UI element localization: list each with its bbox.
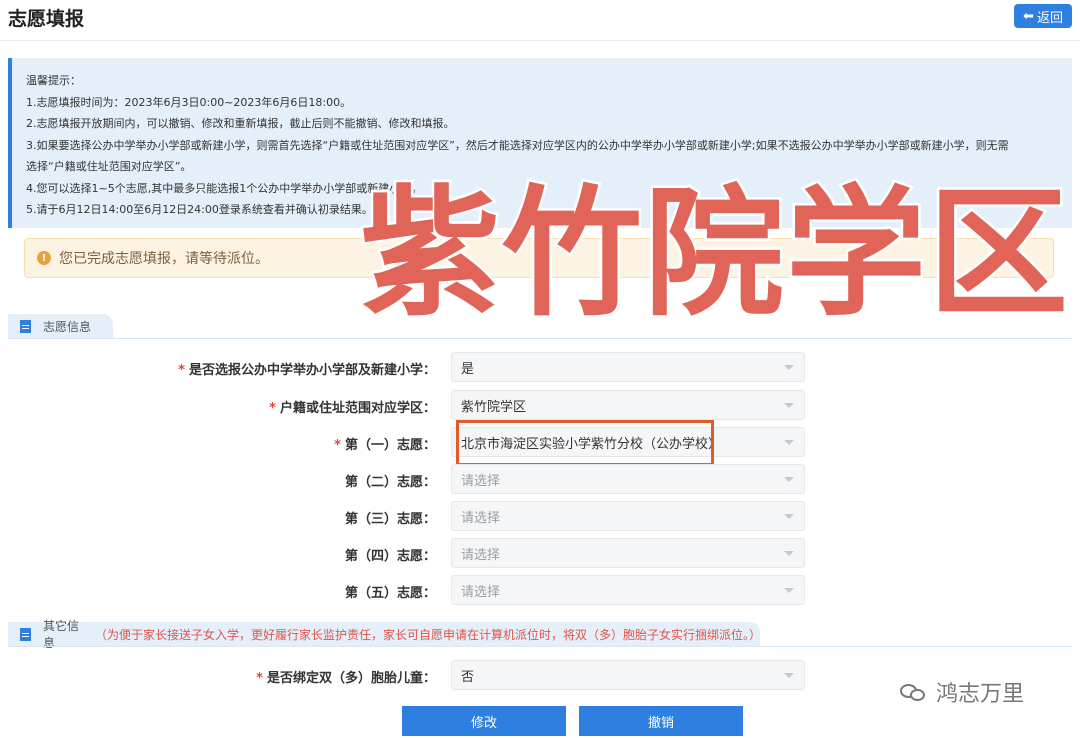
watermark: 鸿志万里: [900, 676, 1024, 708]
chevron-down-icon: [784, 514, 794, 519]
section-header-other-info: 其它信息 （为便于家长接送子女入学，更好履行家长监护责任，家长可自愿申请在计算机…: [8, 619, 761, 650]
select-choice-5[interactable]: 请选择: [451, 575, 805, 605]
notice-line: 1.志愿填报时间为：2023年6月3日0:00~2023年6月6日18:00。: [26, 95, 352, 109]
cancel-button[interactable]: 撤销: [579, 706, 743, 736]
field-label-choice-1: * 第（一）志愿：: [334, 438, 436, 453]
chevron-down-icon: [784, 673, 794, 678]
field-label-choice-2: 第（二）志愿：: [344, 475, 436, 490]
select-choice-4[interactable]: 请选择: [451, 538, 805, 568]
field-label-choice-5: 第（五）志愿：: [344, 586, 436, 601]
field-label-district: * 户籍或住址范围对应学区：: [269, 401, 436, 416]
field-label-choice-3: 第（三）志愿：: [344, 512, 436, 527]
notice-line: 温馨提示：: [26, 74, 81, 87]
arrow-left-icon: ⬅: [1023, 8, 1034, 24]
section-divider: [8, 646, 1072, 647]
field-label-choice-4: 第（四）志愿：: [344, 549, 436, 564]
modify-button[interactable]: 修改: [402, 706, 566, 736]
notice-line: 3.如果要选择公办中学举办小学部或新建小学，则需首先选择“户籍或住址范围对应学区…: [26, 138, 1009, 152]
overlay-caption: 紫竹院学区: [357, 173, 1071, 336]
wechat-icon: [900, 682, 928, 702]
back-button[interactable]: ⬅ 返回: [1014, 4, 1072, 28]
select-twins[interactable]: 否: [451, 660, 805, 690]
chevron-down-icon: [784, 403, 794, 408]
page-title: 志愿填报: [8, 8, 85, 30]
field-label-school-type: * 是否选报公办中学举办小学部及新建小学：: [178, 363, 436, 378]
chevron-down-icon: [784, 440, 794, 445]
select-school-type[interactable]: 是: [451, 352, 805, 382]
select-district[interactable]: 紫竹院学区: [451, 390, 805, 420]
watermark-text: 鸿志万里: [936, 682, 1025, 707]
header-divider: [0, 40, 1080, 41]
highlight-annotation: [456, 420, 714, 466]
section-title: 志愿信息: [43, 319, 92, 334]
chevron-down-icon: [784, 365, 794, 370]
back-button-label: 返回: [1036, 10, 1063, 26]
notice-line: 2.志愿填报开放期间内，可以撤销、修改和重新填报，截止后则不能撤销、修改和填报。: [26, 117, 455, 130]
chevron-down-icon: [784, 588, 794, 593]
document-icon: [20, 627, 31, 641]
chevron-down-icon: [784, 477, 794, 482]
field-label-twins: * 是否绑定双（多）胞胎儿童：: [256, 671, 436, 686]
info-icon: !: [37, 251, 51, 265]
document-icon: [20, 319, 31, 333]
chevron-down-icon: [784, 551, 794, 556]
section-header-preferences: 志愿信息: [8, 314, 113, 338]
section-remark: （为便于家长接送子女入学，更好履行家长监护责任，家长可自愿申请在计算机派位时，将…: [94, 627, 761, 642]
select-choice-3[interactable]: 请选择: [451, 501, 805, 531]
select-choice-2[interactable]: 请选择: [451, 464, 805, 494]
status-alert-text: 您已完成志愿填报，请等待派位。: [59, 251, 269, 267]
section-divider: [8, 338, 1072, 339]
